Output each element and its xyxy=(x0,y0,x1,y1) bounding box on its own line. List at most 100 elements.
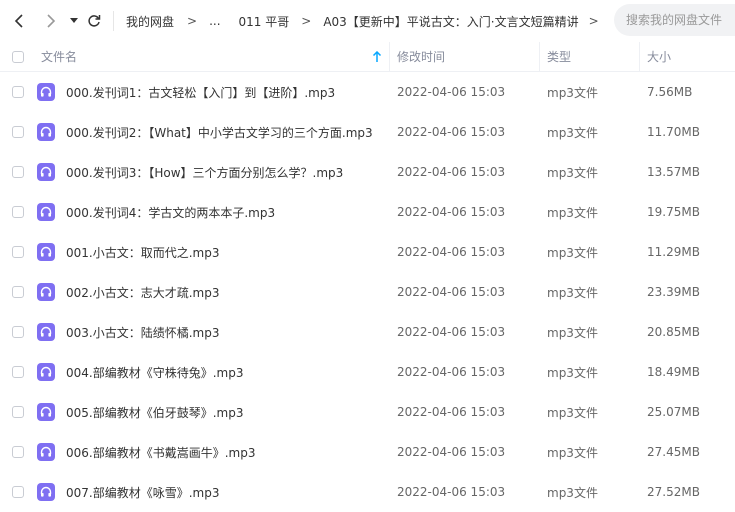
column-divider xyxy=(539,42,540,71)
audio-file-icon xyxy=(37,203,55,221)
file-name[interactable]: 000.发刊词4：学古文的两本本子.mp3 xyxy=(66,192,275,232)
audio-file-icon xyxy=(37,83,55,101)
breadcrumb-separator: > xyxy=(187,14,198,28)
chevron-right-icon xyxy=(47,14,56,28)
search-input[interactable] xyxy=(624,12,735,28)
file-modified-time: 2022-04-06 15:03 xyxy=(397,85,506,99)
search-box xyxy=(614,4,735,36)
file-type: mp3文件 xyxy=(547,325,598,340)
file-size: 7.56MB xyxy=(647,85,693,99)
audio-file-icon xyxy=(37,123,55,141)
file-name[interactable]: 006.部编教材《书戴嵩画牛》.mp3 xyxy=(66,432,255,472)
file-size: 20.85MB xyxy=(647,325,700,339)
file-size: 27.45MB xyxy=(647,445,700,459)
file-name[interactable]: 005.部编教材《伯牙鼓琴》.mp3 xyxy=(66,392,243,432)
row-checkbox[interactable] xyxy=(12,166,24,178)
file-modified-time: 2022-04-06 15:03 xyxy=(397,445,506,459)
row-checkbox[interactable] xyxy=(12,126,24,138)
audio-file-icon xyxy=(37,323,55,341)
file-type: mp3文件 xyxy=(547,365,598,380)
file-modified-time: 2022-04-06 15:03 xyxy=(397,245,506,259)
file-modified-time: 2022-04-06 15:03 xyxy=(397,325,506,339)
file-name[interactable]: 003.小古文：陆绩怀橘.mp3 xyxy=(66,312,219,352)
file-modified-time: 2022-04-06 15:03 xyxy=(397,365,506,379)
row-checkbox[interactable] xyxy=(12,86,24,98)
file-name[interactable]: 007.部编教材《咏雪》.mp3 xyxy=(66,472,219,512)
column-header-type[interactable]: 类型 xyxy=(547,42,571,71)
file-modified-time: 2022-04-06 15:03 xyxy=(397,125,506,139)
file-modified-time: 2022-04-06 15:03 xyxy=(397,205,506,219)
file-row[interactable]: 004.部编教材《守株待兔》.mp3 2022-04-06 15:03 mp3文… xyxy=(0,352,735,392)
file-row[interactable]: 001.小古文：取而代之.mp3 2022-04-06 15:03 mp3文件 … xyxy=(0,232,735,272)
row-checkbox[interactable] xyxy=(12,366,24,378)
file-modified-time: 2022-04-06 15:03 xyxy=(397,485,506,499)
audio-file-icon xyxy=(37,363,55,381)
audio-file-icon xyxy=(37,283,55,301)
sort-ascending-icon[interactable] xyxy=(372,51,382,63)
back-button[interactable] xyxy=(10,11,30,31)
file-name[interactable]: 001.小古文：取而代之.mp3 xyxy=(66,232,219,272)
file-size: 11.29MB xyxy=(647,245,700,259)
column-header-time[interactable]: 修改时间 xyxy=(397,42,445,71)
forward-button[interactable] xyxy=(40,11,60,31)
audio-file-icon xyxy=(37,483,55,501)
file-list-header: 文件名 修改时间 类型 大小 xyxy=(0,42,735,72)
file-row[interactable]: 000.发刊词2：【What】中小学古文学习的三个方面.mp3 2022-04-… xyxy=(0,112,735,152)
row-checkbox[interactable] xyxy=(12,486,24,498)
file-type: mp3文件 xyxy=(547,445,598,460)
breadcrumb-separator: > xyxy=(588,14,599,28)
file-type: mp3文件 xyxy=(547,85,598,100)
file-name[interactable]: 000.发刊词2：【What】中小学古文学习的三个方面.mp3 xyxy=(66,112,373,152)
file-type: mp3文件 xyxy=(547,245,598,260)
audio-file-icon xyxy=(37,163,55,181)
file-type: mp3文件 xyxy=(547,205,598,220)
audio-file-icon xyxy=(37,243,55,261)
file-type: mp3文件 xyxy=(547,285,598,300)
file-row[interactable]: 007.部编教材《咏雪》.mp3 2022-04-06 15:03 mp3文件 … xyxy=(0,472,735,512)
file-modified-time: 2022-04-06 15:03 xyxy=(397,285,506,299)
breadcrumb-item-collapsed[interactable]: ... xyxy=(209,14,220,28)
select-all-checkbox[interactable] xyxy=(12,51,24,63)
row-checkbox[interactable] xyxy=(12,326,24,338)
file-size: 19.75MB xyxy=(647,205,700,219)
file-name[interactable]: 004.部编教材《守株待兔》.mp3 xyxy=(66,352,243,392)
breadcrumb-item-current[interactable]: A03【更新中】平说古文：入门·文言文短篇精讲 xyxy=(323,13,578,30)
row-checkbox[interactable] xyxy=(12,406,24,418)
file-size: 23.39MB xyxy=(647,285,700,299)
row-checkbox[interactable] xyxy=(12,246,24,258)
file-row[interactable]: 006.部编教材《书戴嵩画牛》.mp3 2022-04-06 15:03 mp3… xyxy=(0,432,735,472)
file-row[interactable]: 000.发刊词1：古文轻松【入门】到【进阶】.mp3 2022-04-06 15… xyxy=(0,72,735,112)
file-row[interactable]: 002.小古文：志大才疏.mp3 2022-04-06 15:03 mp3文件 … xyxy=(0,272,735,312)
file-list: 000.发刊词1：古文轻松【入门】到【进阶】.mp3 2022-04-06 15… xyxy=(0,72,735,512)
file-type: mp3文件 xyxy=(547,125,598,140)
toolbar-divider xyxy=(113,11,114,31)
row-checkbox[interactable] xyxy=(12,206,24,218)
file-name[interactable]: 002.小古文：志大才疏.mp3 xyxy=(66,272,219,312)
file-row[interactable]: 000.发刊词4：学古文的两本本子.mp3 2022-04-06 15:03 m… xyxy=(0,192,735,232)
breadcrumb: 我的网盘 > ... 011 平哥 > A03【更新中】平说古文：入门·文言文短… xyxy=(126,0,599,42)
top-navigation-bar: 我的网盘 > ... 011 平哥 > A03【更新中】平说古文：入门·文言文短… xyxy=(0,0,735,42)
file-row[interactable]: 003.小古文：陆绩怀橘.mp3 2022-04-06 15:03 mp3文件 … xyxy=(0,312,735,352)
history-dropdown-button[interactable] xyxy=(64,11,84,31)
file-name[interactable]: 000.发刊词1：古文轻松【入门】到【进阶】.mp3 xyxy=(66,72,335,112)
caret-down-icon xyxy=(70,18,78,23)
refresh-button[interactable] xyxy=(84,11,104,31)
file-modified-time: 2022-04-06 15:03 xyxy=(397,405,506,419)
file-size: 25.07MB xyxy=(647,405,700,419)
refresh-icon xyxy=(88,15,101,27)
file-name[interactable]: 000.发刊词3：【How】三个方面分别怎么学？.mp3 xyxy=(66,152,343,192)
column-header-size[interactable]: 大小 xyxy=(647,42,671,71)
breadcrumb-item-folder[interactable]: 011 平哥 xyxy=(239,13,290,30)
column-header-name[interactable]: 文件名 xyxy=(41,42,77,71)
audio-file-icon xyxy=(37,443,55,461)
row-checkbox[interactable] xyxy=(12,286,24,298)
file-row[interactable]: 005.部编教材《伯牙鼓琴》.mp3 2022-04-06 15:03 mp3文… xyxy=(0,392,735,432)
file-row[interactable]: 000.发刊词3：【How】三个方面分别怎么学？.mp3 2022-04-06 … xyxy=(0,152,735,192)
breadcrumb-item-root[interactable]: 我的网盘 xyxy=(126,13,174,30)
file-size: 13.57MB xyxy=(647,165,700,179)
chevron-left-icon xyxy=(14,14,23,28)
file-size: 27.52MB xyxy=(647,485,700,499)
file-size: 11.70MB xyxy=(647,125,700,139)
row-checkbox[interactable] xyxy=(12,446,24,458)
file-modified-time: 2022-04-06 15:03 xyxy=(397,165,506,179)
